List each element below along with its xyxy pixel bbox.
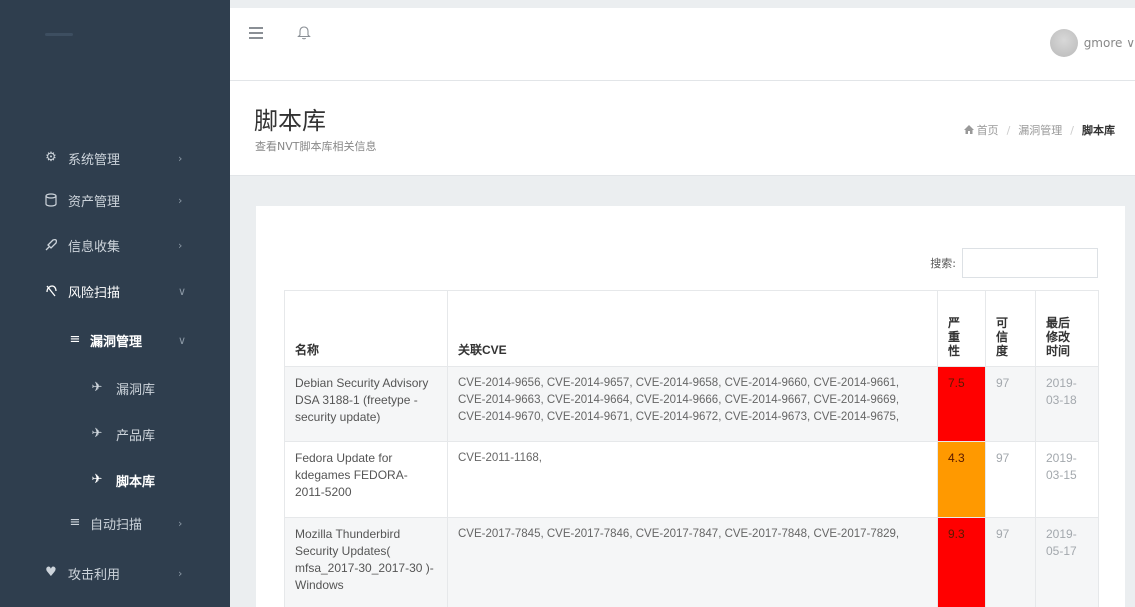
search-box: 搜索: — [930, 248, 1098, 278]
rocket-icon — [44, 238, 58, 252]
plane-icon: ✈ — [91, 472, 103, 487]
sidebar-item-system[interactable]: ⚙ 系统管理 › — [0, 143, 230, 173]
sidebar-item-assets[interactable]: 资产管理 › — [0, 185, 230, 215]
cell-credibility: 97 — [985, 441, 1036, 518]
search-input[interactable] — [962, 248, 1098, 278]
user-name[interactable]: gmore ∨ — [1084, 36, 1135, 50]
sidebar: ⚙ 系统管理 › 资产管理 › 信息收集 › 风险扫描 ∨ ≡ 漏洞管理 ∨ ✈… — [0, 0, 230, 607]
sidebar-item-label: 自动扫描 — [90, 517, 143, 533]
sidebar-item-vuln-management[interactable]: ≡ 漏洞管理 ∨ — [0, 325, 230, 355]
shield-icon — [44, 284, 58, 298]
topbar: gmore ∨ — [230, 8, 1135, 80]
table-header-row: 名称 关联CVE 严 重 性 可 信 度 最后 修改 时间 — [284, 290, 1099, 367]
logo-mark — [45, 33, 73, 36]
content-panel: 搜索: 名称 关联CVE 严 重 性 可 信 度 最后 修改 时间 Debian… — [256, 206, 1125, 607]
sidebar-item-product-db[interactable]: ✈ 产品库 — [0, 419, 230, 449]
cell-cve: CVE-2011-1168, — [447, 441, 938, 518]
sidebar-item-info-gathering[interactable]: 信息收集 › — [0, 230, 230, 260]
sidebar-item-script-db[interactable]: ✈ 脚本库 — [0, 465, 230, 495]
cell-modified: 2019-03-15 — [1035, 441, 1099, 518]
breadcrumb-separator: / — [1070, 123, 1074, 137]
search-label: 搜索: — [930, 257, 956, 270]
sidebar-item-label: 脚本库 — [116, 474, 156, 490]
sidebar-logo — [0, 0, 230, 82]
breadcrumb-vuln-management-link[interactable]: 漏洞管理 — [1018, 122, 1062, 138]
sidebar-item-exploit[interactable]: ♥ 攻击利用 › — [0, 558, 230, 588]
table-row[interactable]: Fedora Update for kdegames FEDORA-2011-5… — [284, 441, 1099, 518]
cell-credibility: 97 — [985, 517, 1036, 607]
column-header-modified[interactable]: 最后 修改 时间 — [1035, 290, 1099, 367]
column-header-cve[interactable]: 关联CVE — [447, 290, 938, 367]
home-icon — [963, 124, 974, 137]
cell-credibility: 97 — [985, 366, 1036, 442]
table-row[interactable]: Mozilla Thunderbird Security Updates( mf… — [284, 517, 1099, 607]
breadcrumb-current: 脚本库 — [1082, 124, 1115, 137]
list-icon: ≡ — [69, 332, 81, 347]
chevron-right-icon: › — [178, 151, 183, 165]
chevron-right-icon: › — [178, 238, 183, 252]
cell-cve: CVE-2014-9656, CVE-2014-9657, CVE-2014-9… — [447, 366, 938, 442]
sidebar-item-label: 产品库 — [116, 428, 156, 444]
chevron-down-icon: ∨ — [178, 284, 187, 298]
sidebar-item-label: 系统管理 — [68, 152, 121, 168]
cell-name[interactable]: Debian Security Advisory DSA 3188-1 (fre… — [284, 366, 448, 442]
bell-icon[interactable] — [297, 24, 313, 42]
chevron-right-icon: › — [178, 516, 183, 530]
cell-severity: 4.3 — [937, 441, 986, 518]
list-icon: ≡ — [69, 515, 81, 530]
menu-toggle-icon[interactable] — [249, 27, 263, 39]
cell-modified: 2019-05-17 — [1035, 517, 1099, 607]
breadcrumb-separator: / — [1006, 123, 1011, 137]
user-menu[interactable]: gmore ∨ — [1049, 28, 1135, 58]
breadcrumb-home-link[interactable]: 首页 — [977, 122, 999, 138]
chevron-right-icon: › — [178, 566, 183, 580]
plane-icon: ✈ — [91, 426, 103, 441]
script-table: 名称 关联CVE 严 重 性 可 信 度 最后 修改 时间 Debian Sec… — [284, 290, 1099, 607]
table-row[interactable]: Debian Security Advisory DSA 3188-1 (fre… — [284, 366, 1099, 442]
cell-cve: CVE-2017-7845, CVE-2017-7846, CVE-2017-7… — [447, 517, 938, 607]
sidebar-item-vuln-db[interactable]: ✈ 漏洞库 — [0, 373, 230, 403]
column-header-credibility[interactable]: 可 信 度 — [985, 290, 1036, 367]
column-header-severity[interactable]: 严 重 性 — [937, 290, 986, 367]
page-header: 脚本库 查看NVT脚本库相关信息 首页 / 漏洞管理 / 脚本库 — [230, 80, 1135, 176]
cell-severity: 7.5 — [937, 366, 986, 442]
sidebar-item-label: 攻击利用 — [68, 567, 121, 583]
sidebar-item-label: 风险扫描 — [68, 285, 121, 301]
page-title: 脚本库 — [254, 107, 326, 135]
sidebar-item-label: 信息收集 — [68, 239, 121, 255]
sidebar-item-risk-scan[interactable]: 风险扫描 ∨ — [0, 276, 230, 306]
avatar[interactable] — [1049, 29, 1078, 57]
sidebar-item-auto-scan[interactable]: ≡ 自动扫描 › — [0, 508, 230, 538]
sidebar-item-label: 漏洞管理 — [90, 334, 143, 350]
sidebar-item-label: 资产管理 — [68, 194, 121, 210]
breadcrumb: 首页 / 漏洞管理 / 脚本库 — [963, 122, 1115, 138]
database-icon — [44, 193, 58, 207]
sidebar-item-label: 漏洞库 — [116, 382, 156, 398]
page-subtitle: 查看NVT脚本库相关信息 — [255, 140, 377, 153]
cell-name[interactable]: Mozilla Thunderbird Security Updates( mf… — [284, 517, 448, 607]
cog-icon: ⚙ — [45, 150, 57, 165]
cell-severity: 9.3 — [937, 517, 986, 607]
cell-name[interactable]: Fedora Update for kdegames FEDORA-2011-5… — [284, 441, 448, 518]
column-header-name[interactable]: 名称 — [284, 290, 448, 367]
heart-icon: ♥ — [45, 565, 57, 580]
chevron-right-icon: › — [178, 193, 183, 207]
plane-icon: ✈ — [91, 380, 103, 395]
chevron-down-icon: ∨ — [178, 333, 187, 347]
cell-modified: 2019-03-18 — [1035, 366, 1099, 442]
